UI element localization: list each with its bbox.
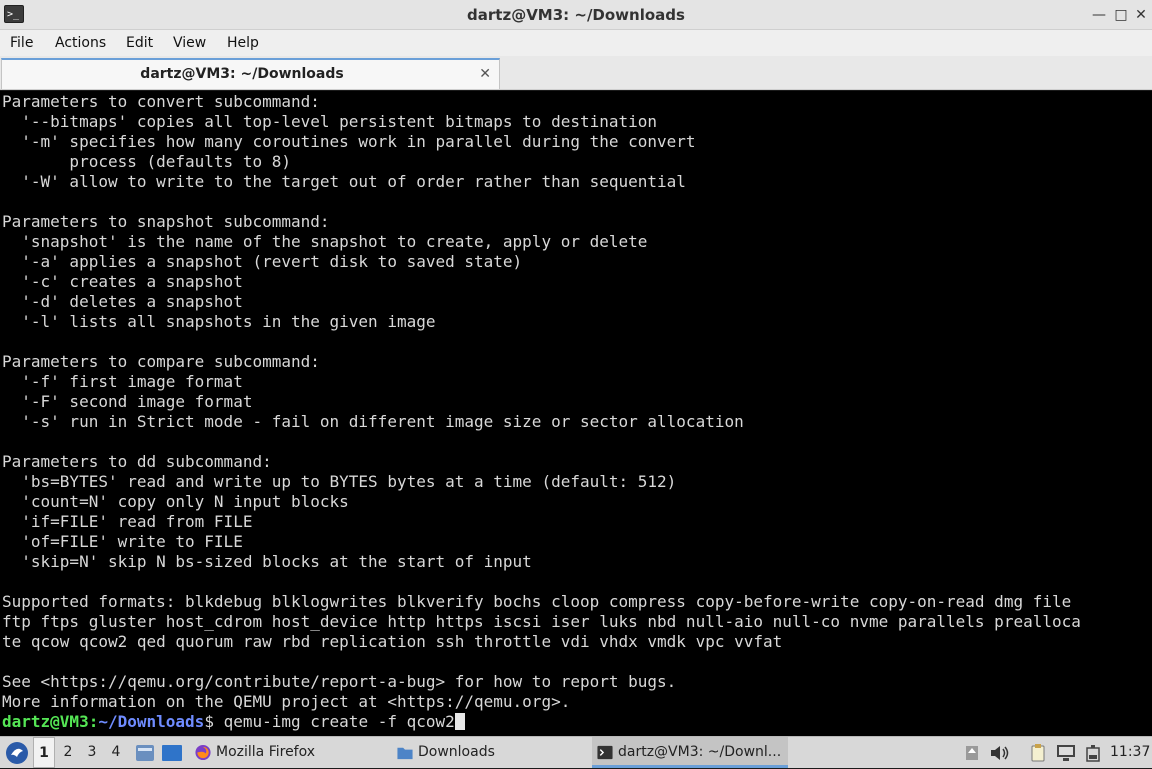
menu-file[interactable]: File xyxy=(10,30,33,56)
terminal-line: '--bitmaps' copies all top-level persist… xyxy=(2,112,658,131)
menu-actions[interactable]: Actions xyxy=(55,30,106,56)
prompt-user: dartz@VM3 xyxy=(2,712,89,731)
terminal-line: 'count=N' copy only N input blocks xyxy=(2,492,349,511)
tab-label: dartz@VM3: ~/Downloads xyxy=(140,66,344,82)
terminal-line: '-s' run in Strict mode - fail on differ… xyxy=(2,412,744,431)
prompt-dollar: $ xyxy=(204,712,224,731)
clock[interactable]: 11:37 xyxy=(1110,737,1150,768)
terminal-line: More information on the QEMU project at … xyxy=(2,692,571,711)
menu-edit[interactable]: Edit xyxy=(126,30,153,56)
maximize-button[interactable]: □ xyxy=(1110,4,1132,26)
terminal-line: '-m' specifies how many coroutines work … xyxy=(2,132,696,151)
terminal-line: '-l' lists all snapshots in the given im… xyxy=(2,312,436,331)
terminal-line: te qcow qcow2 qed quorum raw rbd replica… xyxy=(2,632,783,651)
terminal-output[interactable]: Parameters to convert subcommand: '--bit… xyxy=(0,91,1152,736)
terminal-line: 'if=FILE' read from FILE xyxy=(2,512,253,531)
power-manager-icon[interactable] xyxy=(1082,737,1104,768)
task-downloads-label: Downloads xyxy=(418,744,495,760)
task-downloads[interactable]: Downloads xyxy=(392,737,588,768)
prompt-separator: : xyxy=(88,712,99,731)
terminal-line: 'snapshot' is the name of the snapshot t… xyxy=(2,232,648,251)
terminal-line: 'bs=BYTES' read and write up to BYTES by… xyxy=(2,472,677,491)
tray-up-arrow-icon[interactable] xyxy=(962,737,982,768)
terminal-line: '-W' allow to write to the target out of… xyxy=(2,172,686,191)
workspace-1[interactable]: 1 xyxy=(33,737,55,768)
terminal-line: ftp ftps gluster host_cdrom host_device … xyxy=(2,612,1081,631)
terminal-line: '-f' first image format xyxy=(2,372,243,391)
clipboard-icon[interactable] xyxy=(1026,737,1050,768)
volume-icon[interactable] xyxy=(988,737,1012,768)
firefox-icon xyxy=(195,744,211,761)
terminal-scrollbar[interactable] xyxy=(1138,91,1152,736)
workspace-3[interactable]: 3 xyxy=(81,737,103,768)
terminal-line: '-c' creates a snapshot xyxy=(2,272,243,291)
terminal-line: 'of=FILE' write to FILE xyxy=(2,532,243,551)
text-cursor xyxy=(454,713,465,730)
start-menu-icon[interactable] xyxy=(2,737,30,768)
tab-close-icon[interactable]: ✕ xyxy=(479,64,491,84)
menu-bar: File Actions Edit View Help xyxy=(0,30,1152,56)
terminal-icon xyxy=(597,745,613,760)
terminal-lines: Parameters to convert subcommand: '--bit… xyxy=(2,92,1137,732)
taskbar: 1 2 3 4 Mozilla Firefox Downloads dartz@… xyxy=(0,736,1152,768)
folder-icon xyxy=(397,747,413,760)
prompt-path: ~/Downloads xyxy=(98,712,205,731)
task-terminal[interactable]: dartz@VM3: ~/Downl... xyxy=(592,737,788,768)
task-firefox[interactable]: Mozilla Firefox xyxy=(190,737,388,768)
terminal-line: Parameters to compare subcommand: xyxy=(2,352,320,371)
close-button[interactable]: ✕ xyxy=(1130,4,1152,26)
tab-bar: dartz@VM3: ~/Downloads ✕ xyxy=(0,56,1152,90)
terminal-line: 'skip=N' skip N bs-sized blocks at the s… xyxy=(2,552,532,571)
menu-help[interactable]: Help xyxy=(227,30,259,56)
tab-terminal[interactable]: dartz@VM3: ~/Downloads ✕ xyxy=(1,58,500,89)
terminal-line: Parameters to snapshot subcommand: xyxy=(2,212,330,231)
terminal-line: Supported formats: blkdebug blklogwrites… xyxy=(2,592,1072,611)
terminal-line: process (defaults to 8) xyxy=(2,152,291,171)
window-titlebar[interactable]: >_ dartz@VM3: ~/Downloads — □ ✕ xyxy=(0,0,1152,30)
task-firefox-label: Mozilla Firefox xyxy=(216,744,316,760)
window-title: dartz@VM3: ~/Downloads xyxy=(467,6,685,24)
terminal-line: Parameters to dd subcommand: xyxy=(2,452,272,471)
prompt-command: qemu-img create -f qcow2 xyxy=(223,712,455,731)
terminal-line: See <https://qemu.org/contribute/report-… xyxy=(2,672,677,691)
terminal-prompt-line[interactable]: dartz@VM3:~/Downloads$ qemu-img create -… xyxy=(2,712,1137,732)
menu-view[interactable]: View xyxy=(173,30,206,56)
network-icon[interactable] xyxy=(1054,737,1078,768)
minimize-button[interactable]: — xyxy=(1088,4,1110,26)
task-terminal-label: dartz@VM3: ~/Downl... xyxy=(618,744,782,760)
terminal-line: '-d' deletes a snapshot xyxy=(2,292,243,311)
terminal-line: '-a' applies a snapshot (revert disk to … xyxy=(2,252,523,271)
workspace-2[interactable]: 2 xyxy=(57,737,79,768)
terminal-line: '-F' second image format xyxy=(2,392,253,411)
terminal-line: Parameters to convert subcommand: xyxy=(2,92,320,111)
file-manager-launcher-icon[interactable] xyxy=(134,737,156,768)
workspace-4[interactable]: 4 xyxy=(105,737,127,768)
show-desktop-icon[interactable] xyxy=(160,737,184,768)
